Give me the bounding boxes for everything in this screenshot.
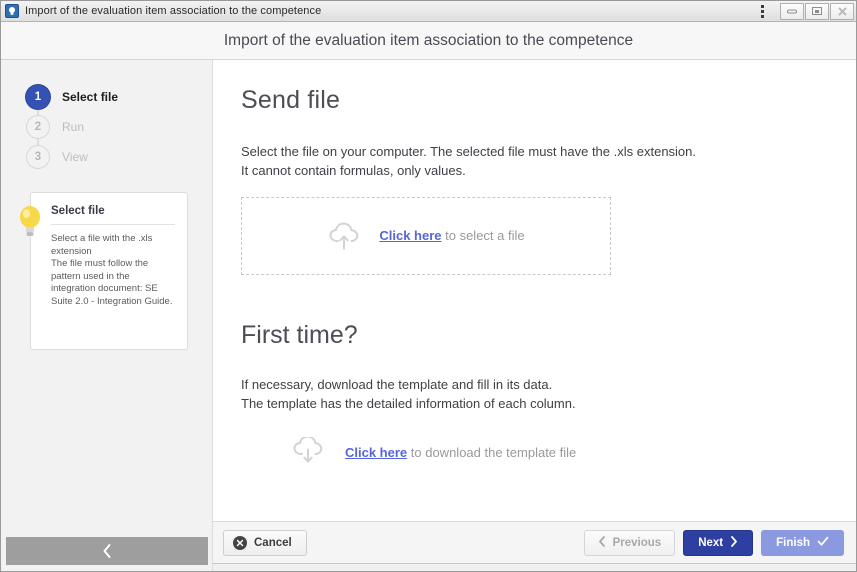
chevron-left-icon bbox=[598, 535, 606, 550]
chevron-left-icon bbox=[103, 544, 111, 558]
window-titlebar: Import of the evaluation item associatio… bbox=[1, 1, 856, 22]
lightbulb-app-icon bbox=[5, 4, 19, 18]
cloud-upload-icon bbox=[327, 221, 365, 251]
sidebar-collapse-button[interactable] bbox=[6, 537, 208, 565]
step-number-2: 2 bbox=[26, 115, 50, 139]
download-template-suffix: to download the template file bbox=[407, 444, 577, 460]
window-title: Import of the evaluation item associatio… bbox=[25, 5, 322, 17]
cancel-button[interactable]: Cancel bbox=[223, 529, 307, 556]
window-body: 1 Select file 2 Run 3 View Select file S… bbox=[1, 60, 856, 571]
step-label-run: Run bbox=[62, 120, 85, 134]
maximize-icon[interactable] bbox=[805, 2, 829, 20]
first-time-title: First time? bbox=[241, 320, 358, 349]
previous-button[interactable]: Previous bbox=[583, 529, 676, 556]
download-template-link[interactable]: Click here bbox=[345, 445, 407, 460]
step-number-3: 3 bbox=[26, 145, 50, 169]
select-file-link[interactable]: Click here bbox=[379, 228, 441, 243]
step-label-select-file: Select file bbox=[62, 90, 119, 104]
dropzone-text-line: Click here to select a file bbox=[379, 228, 524, 243]
send-file-title: Send file bbox=[241, 86, 341, 114]
cancel-button-label: Cancel bbox=[254, 536, 292, 549]
download-template-row[interactable]: Click here to download the template file bbox=[241, 437, 826, 467]
hint-card: Select file Select a file with the .xls … bbox=[30, 192, 188, 350]
hint-text: Select a file with the .xls extension Th… bbox=[51, 233, 173, 307]
hint-title: Select file bbox=[51, 205, 175, 225]
next-button-label: Next bbox=[698, 536, 724, 549]
send-file-description: Select the file on your computer. The se… bbox=[241, 144, 697, 178]
first-time-description: If necessary, download the template and … bbox=[241, 376, 576, 411]
check-icon bbox=[817, 536, 829, 550]
step-label-view: View bbox=[62, 150, 88, 164]
dropzone-inner: Click here to select a file bbox=[327, 221, 525, 251]
close-icon[interactable] bbox=[830, 2, 854, 20]
cancel-circle-icon bbox=[233, 535, 247, 550]
wizard-step-run[interactable]: 2 Run bbox=[1, 112, 212, 142]
wizard-steps: 1 Select file 2 Run 3 View bbox=[1, 60, 212, 172]
page-title: Import of the evaluation item associatio… bbox=[223, 31, 634, 49]
main-content: Send file Select the file on your comput… bbox=[213, 60, 856, 571]
kebab-menu-icon[interactable] bbox=[753, 2, 771, 20]
window-controls bbox=[779, 2, 854, 20]
chevron-right-icon bbox=[730, 535, 738, 550]
download-text-line: Click here to download the template file bbox=[345, 445, 576, 460]
status-bar bbox=[213, 563, 856, 571]
finish-button[interactable]: Finish bbox=[761, 529, 844, 556]
wizard-step-view[interactable]: 3 View bbox=[1, 142, 212, 172]
wizard-footer: Cancel Previous Next Finish bbox=[213, 521, 856, 563]
wizard-step-select-file[interactable]: 1 Select file bbox=[1, 82, 212, 112]
next-button[interactable]: Next bbox=[683, 529, 754, 556]
footer-navigation: Previous Next Finish bbox=[583, 529, 844, 556]
select-file-suffix: to select a file bbox=[441, 228, 525, 244]
content-scroll-area: Send file Select the file on your comput… bbox=[213, 60, 856, 521]
finish-button-label: Finish bbox=[776, 536, 810, 549]
file-dropzone[interactable]: Click here to select a file bbox=[241, 196, 611, 275]
lightbulb-icon bbox=[17, 204, 43, 238]
wizard-sidebar: 1 Select file 2 Run 3 View Select file S… bbox=[1, 60, 213, 571]
application-window: Import of the evaluation item associatio… bbox=[0, 0, 857, 572]
minimize-icon[interactable] bbox=[780, 2, 804, 20]
cloud-download-icon bbox=[291, 437, 329, 467]
previous-button-label: Previous bbox=[612, 536, 662, 549]
page-header: Import of the evaluation item associatio… bbox=[1, 22, 856, 60]
hint-card-wrapper: Select file Select a file with the .xls … bbox=[20, 192, 188, 350]
step-number-1: 1 bbox=[26, 85, 50, 109]
